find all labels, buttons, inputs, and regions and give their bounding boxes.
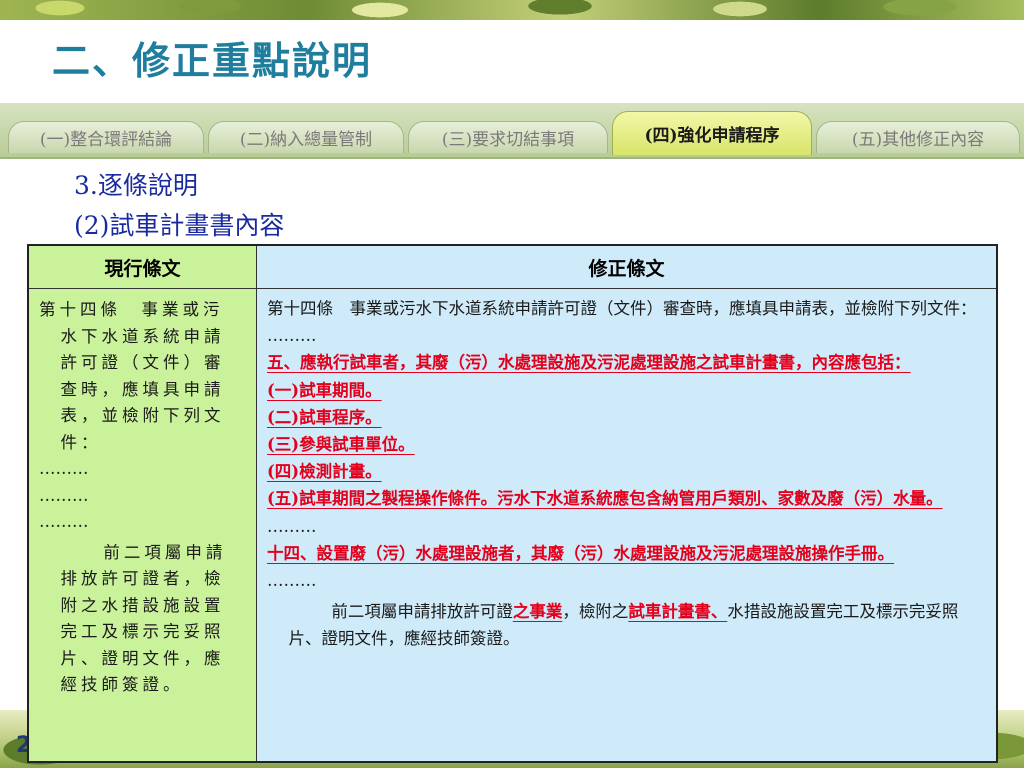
added-sub-item: (三)參與試車單位。 xyxy=(267,435,415,455)
old-ellipsis: ……… xyxy=(39,512,89,531)
tab-integrate-eia[interactable]: (一)整合環評結論 xyxy=(8,121,204,153)
added-item-5: 五、應執行試車者，其廢（污）水處理設施及污泥處理設施之試車計畫書，內容應包括： xyxy=(267,353,911,373)
old-line: 許可證（文件）審 xyxy=(60,353,225,372)
old-line: 經技師簽證。 xyxy=(60,675,184,694)
subsection-heading: (2)試車計畫書內容 xyxy=(74,211,285,240)
old-line: 附之水措設施設置 xyxy=(60,595,225,615)
added-item-14: 十四、設置廢（污）水處理設施者，其廢（污）水處理設施及污泥處理設施操作手冊。 xyxy=(267,543,894,563)
leaf-banner xyxy=(0,0,1024,20)
clause-comparison-table: 現行條文 修正條文 第十四條 事業或污 水下水道系統申請 許可證（文件）審 查時… xyxy=(27,244,998,763)
new-ellipsis: ……… xyxy=(267,326,317,346)
tab-total-control[interactable]: (二)納入總量管制 xyxy=(208,121,404,153)
added-sub-item: (五)試車期間之製程操作條件。污水下水道系統應包含納管用戶類別、家數及廢（污）水… xyxy=(267,489,943,509)
old-ellipsis: ……… xyxy=(39,485,89,505)
old-line: 完工及標示完妥照 xyxy=(60,622,225,641)
old-line: 第十四條 事業或污 xyxy=(39,300,224,319)
closing-text: ，檢附之 xyxy=(562,602,629,622)
closing-paragraph: 前二項屬申請排放許可證之事業，檢附之試車計畫書、水措設施設置完工及標示完妥照片、… xyxy=(267,594,986,652)
slide-title: 二、修正重點說明 xyxy=(52,38,373,83)
added-sub-item: (四)檢測計畫。 xyxy=(267,462,382,482)
old-ellipsis: ……… xyxy=(39,459,89,478)
old-line: 片、證明文件，應 xyxy=(60,648,225,668)
header-current-clause: 現行條文 xyxy=(27,244,257,289)
added-sub-item: (一)試車期間。 xyxy=(267,380,382,400)
old-line: 表，並檢附下列文 xyxy=(60,406,225,425)
old-line: 水下水道系統申請 xyxy=(60,326,225,346)
old-line: 前二項屬申請 xyxy=(103,542,227,562)
new-ellipsis: ……… xyxy=(267,571,317,591)
added-closing-text: 試車計畫書、 xyxy=(628,602,728,622)
old-line: 件： xyxy=(60,432,102,452)
old-line: 查時，應填具申請 xyxy=(60,379,225,399)
tab-other-amendments[interactable]: (五)其他修正內容 xyxy=(816,121,1020,153)
new-intro: 第十四條 事業或污水下水道系統申請許可證（文件）審查時，應填具申請表，並檢附下列… xyxy=(267,299,977,318)
tab-bar: (一)整合環評結論 (二)納入總量管制 (三)要求切結事項 (四)強化申請程序 … xyxy=(0,103,1024,159)
table-row: 第十四條 事業或污 水下水道系統申請 許可證（文件）審 查時，應填具申請 表，並… xyxy=(27,288,998,763)
closing-text: 前二項屬申請排放許可證 xyxy=(331,602,513,622)
added-closing-text: 之事業 xyxy=(512,602,563,622)
added-sub-item: (二)試車程序。 xyxy=(267,407,382,427)
current-clause-cell: 第十四條 事業或污 水下水道系統申請 許可證（文件）審 查時，應填具申請 表，並… xyxy=(27,288,257,763)
old-line: 排放許可證者，檢 xyxy=(60,569,225,588)
new-ellipsis: ……… xyxy=(267,516,317,536)
tab-affidavit[interactable]: (三)要求切結事項 xyxy=(408,121,608,153)
table-header-row: 現行條文 修正條文 xyxy=(27,244,998,289)
header-amended-clause: 修正條文 xyxy=(256,244,998,289)
amended-clause-cell: 第十四條 事業或污水下水道系統申請許可證（文件）審查時，應填具申請表，並檢附下列… xyxy=(256,288,998,763)
section-heading: 3.逐條說明 xyxy=(74,171,198,200)
tab-application-procedure[interactable]: (四)強化申請程序 xyxy=(612,111,812,155)
